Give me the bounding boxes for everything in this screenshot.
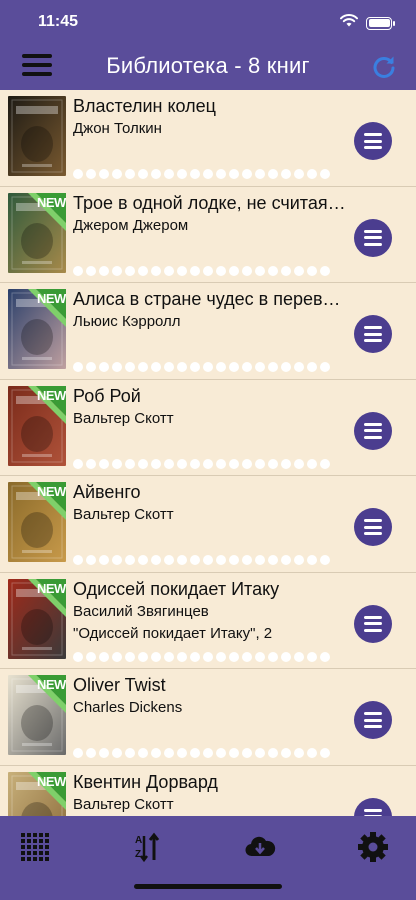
- book-list-item[interactable]: NEW Одиссей покидает Итаку Василий Звягинц…: [0, 572, 416, 669]
- book-title: Oliver Twist: [73, 675, 166, 695]
- book-title: Квентин Дорвард: [73, 771, 218, 792]
- book-list-item[interactable]: Властелин колец Джон Толкин: [0, 90, 416, 187]
- new-badge: NEW: [28, 385, 66, 424]
- cloud-download-icon[interactable]: [243, 830, 277, 864]
- navigation-bar: Библиотека - 8 книг: [0, 44, 416, 90]
- new-badge: NEW: [28, 771, 66, 810]
- book-list-item[interactable]: NEW Трое в одной лодке, не считая собаки Д…: [0, 186, 416, 283]
- reading-progress-dots: [73, 265, 330, 276]
- book-author: Василий Звягинцев: [73, 602, 209, 620]
- new-badge: NEW: [28, 289, 66, 327]
- gear-icon[interactable]: [356, 830, 390, 864]
- book-title: Айвенго: [73, 482, 141, 502]
- book-list[interactable]: Властелин колец Джон Толкин NEW Трое в одно…: [0, 90, 416, 816]
- reading-progress-dots: [73, 169, 330, 179]
- book-cover-image[interactable]: [8, 96, 66, 176]
- book-author: Джером Джером: [73, 216, 189, 234]
- book-title: Одиссей покидает Итаку: [73, 578, 280, 599]
- reading-progress-dots: [73, 555, 330, 565]
- new-badge: NEW: [28, 675, 66, 713]
- new-badge-label: NEW: [37, 194, 66, 210]
- battery-icon: [366, 16, 395, 30]
- wifi-icon: [340, 14, 358, 32]
- new-badge-label: NEW: [37, 484, 66, 499]
- reading-progress-dots: [73, 651, 330, 662]
- book-options-button[interactable]: [354, 797, 392, 816]
- new-badge-label: NEW: [37, 677, 66, 692]
- book-author: Вальтер Скотт: [73, 409, 174, 427]
- book-options-button[interactable]: [354, 218, 392, 257]
- book-author: Вальтер Скотт: [73, 506, 174, 523]
- book-list-item[interactable]: NEW Айвенго Вальтер Скотт: [0, 476, 416, 573]
- reading-progress-dots: [73, 748, 330, 758]
- book-list-item[interactable]: NEW Квентин Дорвард Вальтер Скотт: [0, 765, 416, 816]
- svg-text:Z: Z: [135, 849, 141, 860]
- reading-progress-dots: [73, 458, 330, 469]
- new-badge: NEW: [28, 482, 66, 520]
- book-title: Алиса в стране чудес в переводе: [73, 289, 348, 309]
- book-options-button[interactable]: [354, 508, 392, 546]
- book-series: "Одиссей покидает Итаку", 2: [73, 624, 273, 642]
- reading-progress-dots: [73, 362, 330, 372]
- book-options-button[interactable]: [354, 701, 392, 739]
- book-options-button[interactable]: [354, 122, 392, 160]
- page-title: Библиотека - 8 книг: [106, 53, 310, 78]
- refresh-icon[interactable]: [370, 53, 398, 81]
- new-badge-label: NEW: [37, 291, 66, 306]
- svg-text:A: A: [135, 835, 142, 846]
- book-list-item[interactable]: NEW Роб Рой Вальтер Скотт: [0, 379, 416, 476]
- new-badge-label: NEW: [37, 387, 66, 403]
- sort-az-icon[interactable]: A Z: [131, 830, 165, 864]
- book-title: Трое в одной лодке, не считая собаки: [73, 192, 348, 213]
- book-options-button[interactable]: [354, 315, 392, 353]
- book-author: Льюис Кэрролл: [73, 313, 181, 330]
- new-badge-label: NEW: [37, 580, 66, 596]
- book-title: Властелин колец: [73, 96, 216, 116]
- status-bar: 11:45: [0, 0, 416, 44]
- book-list-item[interactable]: NEW Oliver Twist Charles Dickens: [0, 669, 416, 766]
- status-icons: [340, 14, 395, 32]
- book-author: Charles Dickens: [73, 699, 183, 716]
- book-title: Роб Рой: [73, 385, 141, 406]
- status-time: 11:45: [38, 13, 79, 30]
- new-badge-label: NEW: [37, 773, 66, 789]
- book-author: Вальтер Скотт: [73, 795, 174, 813]
- book-options-button[interactable]: [354, 411, 392, 450]
- book-options-button[interactable]: [354, 604, 392, 643]
- book-list-item[interactable]: NEW Алиса в стране чудес в переводе Льюис …: [0, 283, 416, 380]
- new-badge: NEW: [28, 578, 66, 617]
- grid-view-icon[interactable]: [18, 830, 52, 864]
- new-badge: NEW: [28, 192, 66, 231]
- book-author: Джон Толкин: [73, 120, 162, 137]
- home-indicator: [134, 884, 282, 889]
